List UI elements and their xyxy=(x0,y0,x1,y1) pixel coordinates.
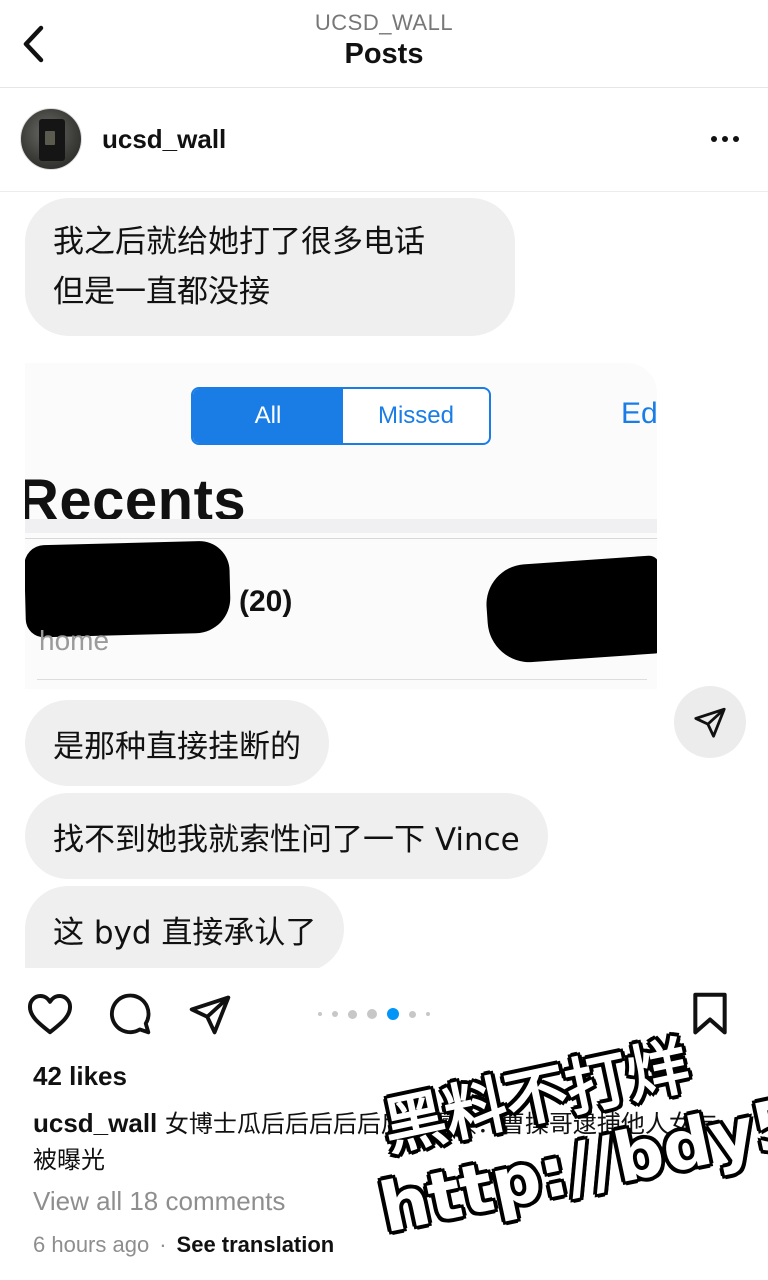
heart-icon xyxy=(27,994,73,1035)
edit-link: Ed xyxy=(621,397,657,430)
share-floating-button[interactable] xyxy=(674,686,746,758)
post-meta: 6 hours ago · See translation xyxy=(33,1232,334,1258)
recents-segmented-control: All Missed xyxy=(191,387,491,445)
share-button[interactable] xyxy=(186,990,234,1038)
divider xyxy=(37,679,647,680)
top-bar: UCSD_WALL Posts xyxy=(0,0,768,88)
post-actions xyxy=(0,982,768,1048)
send-icon xyxy=(694,707,726,738)
divider xyxy=(25,538,657,539)
post-image[interactable]: 我之后就给她打了很多电话 但是一直都没接 All Missed Ed Recen… xyxy=(0,193,768,968)
save-button[interactable] xyxy=(686,990,734,1038)
redaction-mark xyxy=(25,540,232,638)
carousel-dot xyxy=(426,1012,430,1016)
chat-bubble-line: 我之后就给她打了很多电话 xyxy=(53,224,425,260)
carousel-dot xyxy=(409,1010,416,1018)
chat-bubble-line: 但是一直都没接 xyxy=(53,274,270,310)
comment-button[interactable] xyxy=(106,990,154,1038)
likes-count[interactable]: 42 likes xyxy=(33,1061,127,1092)
redaction-mark xyxy=(483,555,657,665)
phone-screenshot: All Missed Ed Recents (20) home xyxy=(25,363,657,689)
chat-bubble: 我之后就给她打了很多电话 但是一直都没接 xyxy=(25,198,515,336)
bookmark-icon xyxy=(693,992,727,1035)
carousel-indicator xyxy=(318,1006,430,1022)
call-label: home xyxy=(39,625,110,656)
avatar-image xyxy=(39,119,65,161)
segment-all: All xyxy=(193,389,343,443)
post-header: ucsd_wall xyxy=(0,88,768,192)
more-options-button[interactable] xyxy=(700,122,750,156)
search-bar-strip xyxy=(25,519,657,533)
like-button[interactable] xyxy=(26,990,74,1038)
carousel-dot xyxy=(332,1011,338,1017)
post-caption: ucsd_wall 女博士瓜后后后后后后后需续：曹操哥逮捕他人女友被曝光 xyxy=(33,1105,733,1178)
see-translation-link[interactable]: See translation xyxy=(177,1232,335,1258)
chat-bubble: 这 byd 直接承认了 xyxy=(25,886,345,968)
carousel-dot xyxy=(348,1009,357,1019)
call-count: (20) xyxy=(239,585,293,618)
caption-username[interactable]: ucsd_wall xyxy=(33,1108,157,1138)
view-comments-link[interactable]: View all 18 comments xyxy=(33,1186,285,1217)
separator: · xyxy=(159,1232,167,1257)
carousel-dot xyxy=(367,1009,377,1019)
post-username[interactable]: ucsd_wall xyxy=(102,124,226,155)
carousel-dot xyxy=(318,1012,322,1016)
more-horizontal-icon xyxy=(711,136,717,142)
chat-bubble: 找不到她我就索性问了一下 Vince xyxy=(25,793,548,879)
send-icon xyxy=(189,995,231,1035)
timestamp: 6 hours ago xyxy=(33,1232,150,1257)
comment-icon xyxy=(109,993,151,1035)
segment-missed: Missed xyxy=(377,402,455,429)
account-subtitle: UCSD_WALL xyxy=(314,10,454,35)
chat-bubble: 是那种直接挂断的 xyxy=(25,700,329,786)
avatar[interactable] xyxy=(20,108,82,170)
carousel-dot-active xyxy=(387,1008,399,1020)
page-title: Posts xyxy=(344,38,424,70)
